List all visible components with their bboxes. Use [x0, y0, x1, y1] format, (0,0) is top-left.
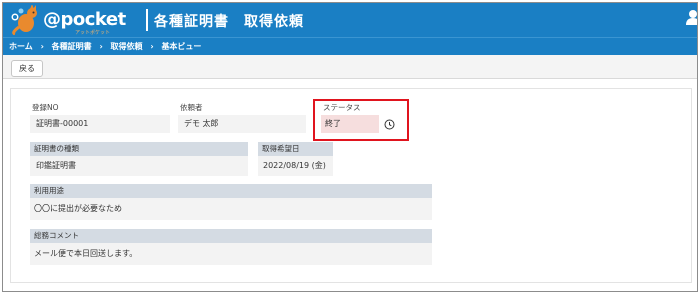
breadcrumb-bar: ホーム › 各種証明書 › 取得依頼 › 基本ビュー [3, 37, 697, 55]
status-value: 終了 [321, 115, 379, 133]
certificate-type-value: 印鑑証明書 [30, 156, 248, 176]
breadcrumb-item-certificates[interactable]: 各種証明書 [52, 41, 92, 52]
breadcrumb-separator: › [40, 42, 44, 51]
certificate-type-header: 証明書の種類 [30, 142, 248, 156]
purpose-header: 利用用途 [30, 184, 432, 198]
back-button[interactable]: 戻る [11, 60, 43, 77]
app-logo[interactable]: @pocket アットポケット [9, 5, 129, 36]
desired-date-value: 2022/08/19 (金) [258, 156, 333, 176]
registration-no-label: 登録NO [32, 103, 59, 112]
header-divider [146, 9, 148, 31]
general-comment-value: メール便で本日回送します。 [30, 243, 432, 265]
general-comment-header: 総務コメント [30, 229, 432, 243]
breadcrumb: ホーム › 各種証明書 › 取得依頼 › 基本ビュー [9, 41, 201, 52]
toolbar: 戻る [3, 55, 697, 79]
user-icon[interactable] [685, 9, 698, 25]
requester-value: デモ 太郎 [178, 115, 306, 133]
requester-label: 依頼者 [180, 103, 203, 112]
app-header: @pocket アットポケット 各種証明書 取得依頼 [3, 3, 698, 37]
page-title: 各種証明書 取得依頼 [154, 14, 304, 30]
registration-no-value: 証明書-00001 [30, 115, 170, 133]
breadcrumb-separator: › [150, 42, 154, 51]
breadcrumb-separator: › [99, 42, 103, 51]
status-label: ステータス [323, 103, 361, 112]
app-window: @pocket アットポケット 各種証明書 取得依頼 ホーム › 各種証明書 ›… [2, 2, 698, 292]
logo-subtext: アットポケット [75, 30, 111, 36]
breadcrumb-item-home[interactable]: ホーム [9, 41, 33, 52]
desired-date-header: 取得希望日 [258, 142, 333, 156]
breadcrumb-item-basic-view: 基本ビュー [161, 42, 202, 51]
history-clock-icon[interactable] [384, 119, 395, 130]
purpose-value: 〇〇に提出が必要なため [30, 198, 432, 220]
logo-text: @pocket [43, 9, 126, 30]
breadcrumb-item-request[interactable]: 取得依頼 [111, 41, 143, 52]
kangaroo-logo-icon [11, 5, 37, 35]
